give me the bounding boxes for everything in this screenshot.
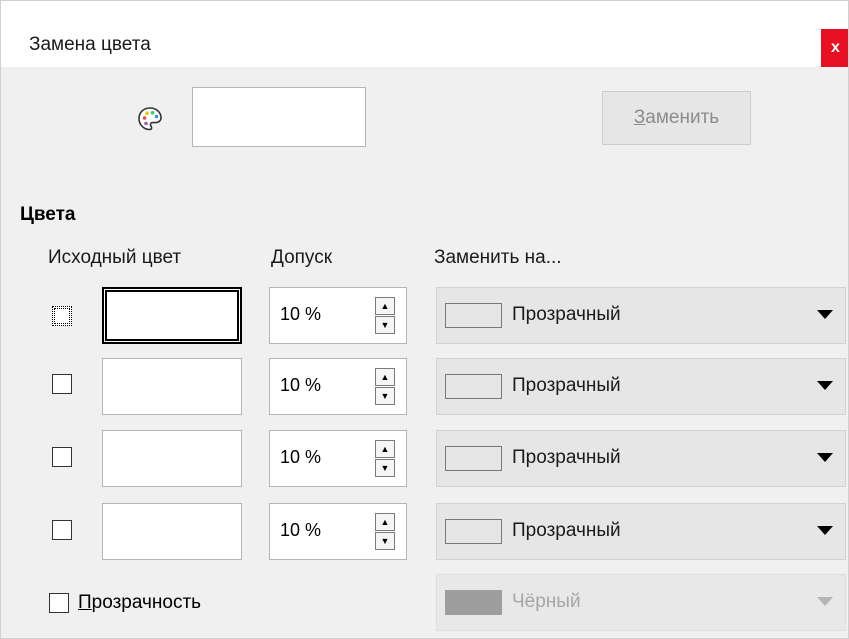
- row-2-tolerance-up-button[interactable]: ▲: [375, 368, 395, 386]
- row-3-tolerance-up-button[interactable]: ▲: [375, 440, 395, 458]
- header-tolerance: Допуск: [271, 247, 333, 268]
- row-3-replace-with-value: Прозрачный: [512, 447, 621, 468]
- row-4-checkbox[interactable]: [52, 520, 72, 540]
- triangle-down-icon: ▼: [380, 536, 390, 546]
- row-1-tolerance-value[interactable]: 10 %: [280, 304, 321, 325]
- row-3-replace-with-dropdown[interactable]: Прозрачный: [436, 430, 846, 487]
- transparency-label-text: розрачность: [91, 592, 202, 613]
- triangle-up-icon: ▲: [380, 444, 390, 454]
- row-1-replace-with-value: Прозрачный: [512, 304, 621, 325]
- replace-button[interactable]: Заменить: [602, 91, 751, 145]
- row-3-tolerance-value[interactable]: 10 %: [280, 447, 321, 468]
- source-color-preview: [192, 87, 366, 147]
- row-1-color-swatch: [445, 303, 502, 328]
- dropdown-arrow-icon: [817, 381, 833, 390]
- row-2-source-color[interactable]: [102, 358, 242, 415]
- row-3-tolerance-down-button[interactable]: ▼: [375, 459, 395, 477]
- row-2-tolerance-down-button[interactable]: ▼: [375, 387, 395, 405]
- transparency-color-value: Чёрный: [512, 591, 581, 612]
- row-2-replace-with-dropdown[interactable]: Прозрачный: [436, 358, 846, 415]
- title-bar: Замена цвета x: [1, 1, 848, 67]
- row-3-source-color[interactable]: [102, 430, 242, 487]
- row-4-tolerance-down-button[interactable]: ▼: [375, 532, 395, 550]
- triangle-down-icon: ▼: [380, 320, 390, 330]
- row-4-source-color[interactable]: [102, 503, 242, 560]
- row-2-checkbox[interactable]: [52, 374, 72, 394]
- close-icon: x: [831, 39, 840, 56]
- row-4-tolerance-up-button[interactable]: ▲: [375, 513, 395, 531]
- triangle-up-icon: ▲: [380, 301, 390, 311]
- transparency-label[interactable]: Прозрачность: [78, 592, 201, 614]
- row-2-replace-with-value: Прозрачный: [512, 375, 621, 396]
- triangle-up-icon: ▲: [380, 517, 390, 527]
- dropdown-arrow-icon: [817, 526, 833, 535]
- row-3-color-swatch: [445, 446, 502, 471]
- transparency-label-accel: П: [78, 592, 92, 613]
- row-4-tolerance-spinner[interactable]: 10 % ▲ ▼: [269, 503, 407, 560]
- triangle-up-icon: ▲: [380, 372, 390, 382]
- close-button[interactable]: x: [821, 29, 848, 67]
- colors-section-label: Цвета: [20, 204, 76, 225]
- row-2-tolerance-value[interactable]: 10 %: [280, 375, 321, 396]
- triangle-down-icon: ▼: [380, 463, 390, 473]
- row-2-color-swatch: [445, 374, 502, 399]
- row-3-tolerance-spinner[interactable]: 10 % ▲ ▼: [269, 430, 407, 487]
- dropdown-arrow-icon: [817, 453, 833, 462]
- row-2-tolerance-spinner[interactable]: 10 % ▲ ▼: [269, 358, 407, 415]
- row-1-source-color[interactable]: [102, 287, 242, 344]
- dropdown-arrow-icon: [817, 597, 833, 606]
- row-4-replace-with-value: Прозрачный: [512, 520, 621, 541]
- transparency-color-dropdown[interactable]: Чёрный: [436, 574, 846, 631]
- row-1-tolerance-up-button[interactable]: ▲: [375, 297, 395, 315]
- window-title: Замена цвета: [29, 34, 151, 55]
- row-1-replace-with-dropdown[interactable]: Прозрачный: [436, 287, 846, 344]
- row-1-tolerance-down-button[interactable]: ▼: [375, 316, 395, 334]
- row-1-tolerance-spinner[interactable]: 10 % ▲ ▼: [269, 287, 407, 344]
- triangle-down-icon: ▼: [380, 391, 390, 401]
- header-replace-with: Заменить на...: [434, 247, 562, 268]
- palette-icon[interactable]: [137, 106, 163, 132]
- replace-button-label: аменить: [645, 107, 720, 128]
- row-3-checkbox[interactable]: [52, 447, 72, 467]
- dropdown-arrow-icon: [817, 310, 833, 319]
- color-replacer-dialog: Замена цвета x Заменить Цвета Исходный ц…: [0, 0, 849, 639]
- row-1-checkbox[interactable]: [52, 306, 72, 326]
- row-4-tolerance-value[interactable]: 10 %: [280, 520, 321, 541]
- row-4-color-swatch: [445, 519, 502, 544]
- black-color-swatch: [445, 590, 502, 615]
- header-source-color: Исходный цвет: [48, 247, 182, 268]
- transparency-checkbox[interactable]: [49, 593, 69, 613]
- row-4-replace-with-dropdown[interactable]: Прозрачный: [436, 503, 846, 560]
- replace-button-accel: З: [633, 107, 646, 128]
